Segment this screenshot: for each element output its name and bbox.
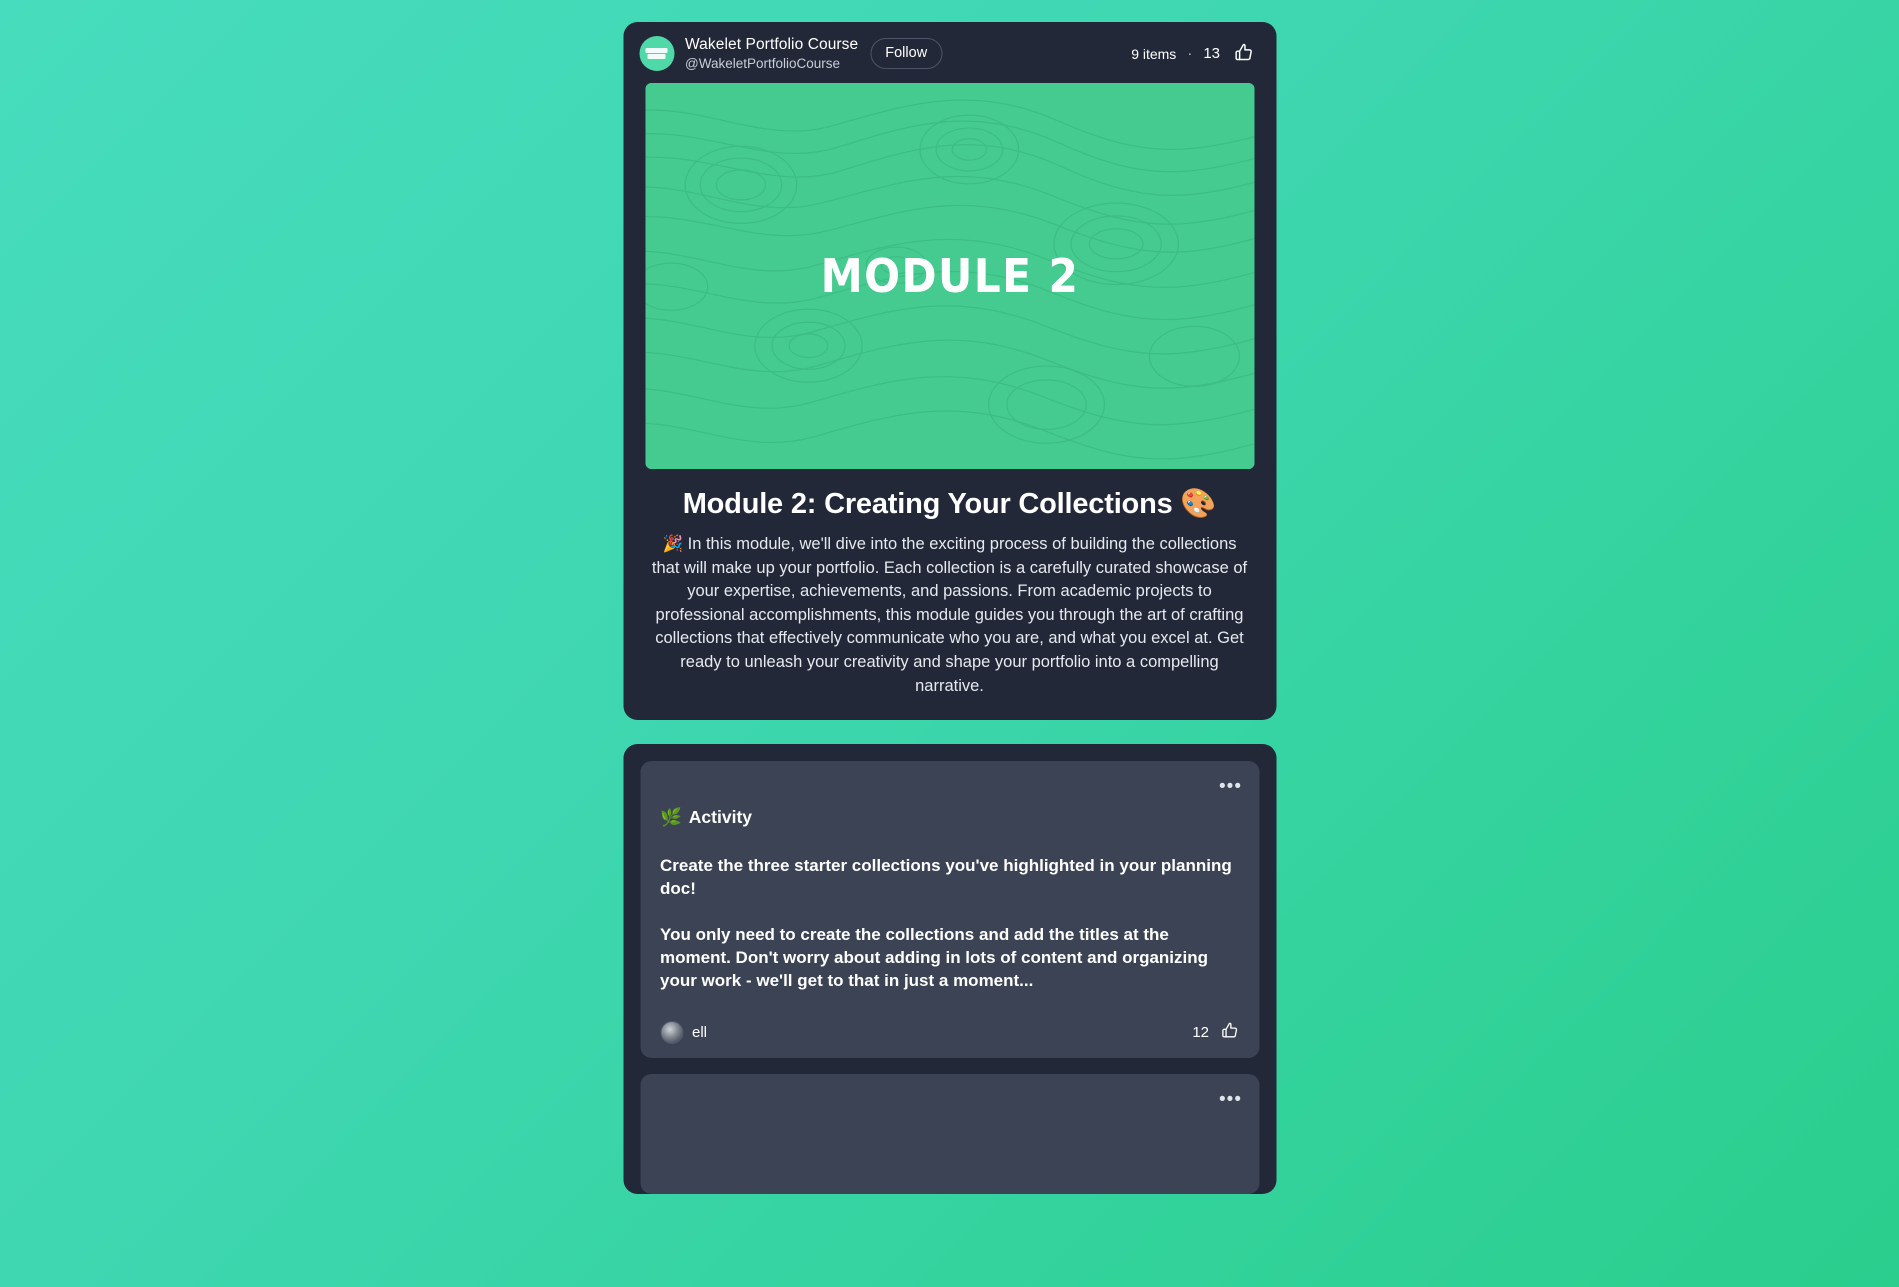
- account-name: Wakelet Portfolio Course: [685, 36, 859, 54]
- module-banner[interactable]: MODULE 2: [645, 83, 1254, 469]
- more-options-icon[interactable]: •••: [1219, 1090, 1242, 1109]
- collection-card: Wakelet Portfolio Course @WakeletPortfol…: [623, 22, 1276, 721]
- account-handle: @WakeletPortfolioCourse: [685, 55, 841, 71]
- follow-button[interactable]: Follow: [870, 38, 943, 69]
- portfolio-course-logo-icon: [645, 46, 668, 62]
- more-options-icon[interactable]: •••: [1219, 777, 1242, 796]
- collection-title: Module 2: Creating Your Collections 🎨: [682, 488, 1217, 520]
- activity-body: Create the three starter collections you…: [660, 854, 1239, 992]
- activity-author[interactable]: ell: [660, 1020, 708, 1044]
- activity-paragraph: Create the three starter collections you…: [660, 856, 1232, 899]
- collection-stats: 9 items · 13: [1131, 42, 1254, 66]
- list-item[interactable]: •••: [640, 1073, 1259, 1194]
- activity-footer: ell 12: [660, 1020, 1239, 1058]
- thumbs-up-icon[interactable]: [1220, 1021, 1239, 1044]
- items-card: ••• 🌿 Activity Create the three starter …: [623, 744, 1276, 1194]
- like-count: 13: [1203, 45, 1220, 62]
- activity-heading: 🌿 Activity: [660, 807, 1239, 828]
- banner-title: MODULE 2: [820, 249, 1079, 303]
- collection-header: Wakelet Portfolio Course @WakeletPortfol…: [623, 22, 1276, 83]
- like-count: 12: [1192, 1023, 1209, 1041]
- thumbs-up-icon[interactable]: [1233, 42, 1254, 66]
- herb-icon: 🌿: [660, 807, 682, 828]
- author-name: ell: [692, 1023, 708, 1041]
- list-item[interactable]: ••• 🌿 Activity Create the three starter …: [640, 761, 1259, 1058]
- account-identity[interactable]: Wakelet Portfolio Course @WakeletPortfol…: [685, 36, 858, 70]
- feed-column: Wakelet Portfolio Course @WakeletPortfol…: [623, 0, 1276, 1210]
- avatar: [660, 1020, 683, 1044]
- activity-paragraph: You only need to create the collections …: [660, 924, 1209, 991]
- collection-description: 🎉 In this module, we'll dive into the ex…: [651, 535, 1248, 695]
- avatar[interactable]: [639, 36, 674, 71]
- stats-separator: ·: [1187, 45, 1193, 62]
- activity-likes: 12: [1192, 1021, 1239, 1044]
- activity-label-text: Activity: [688, 807, 753, 828]
- item-count: 9 items: [1131, 45, 1177, 62]
